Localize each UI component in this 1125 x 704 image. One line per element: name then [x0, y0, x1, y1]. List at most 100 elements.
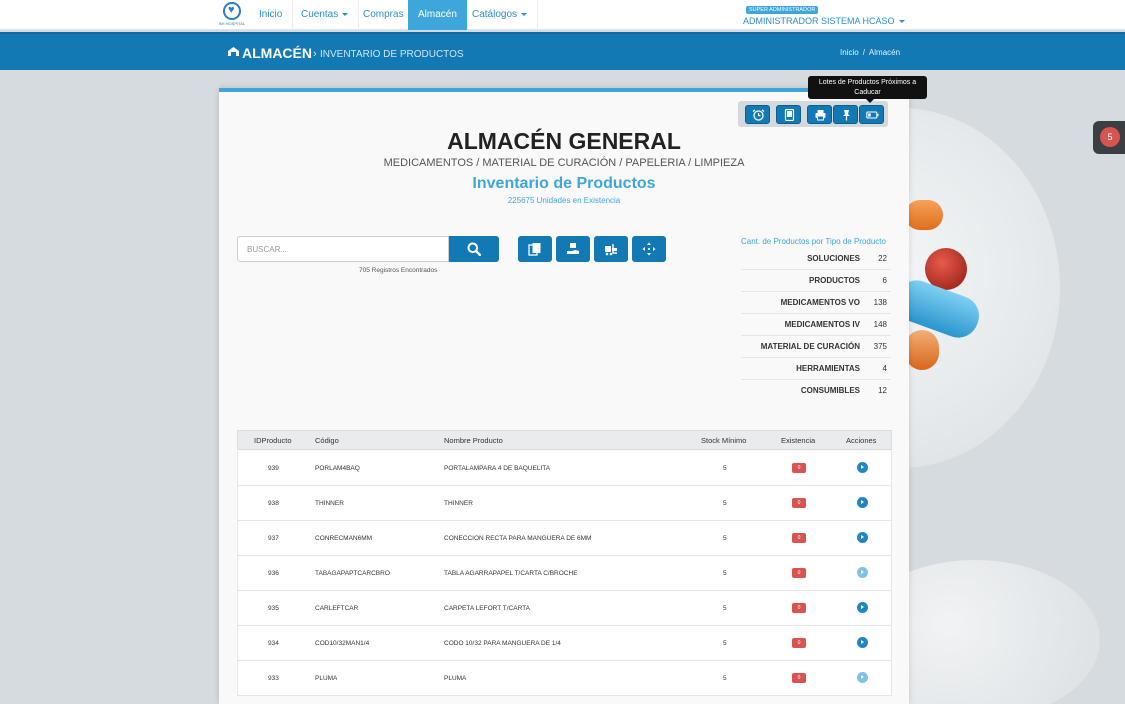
battery-button[interactable]: [859, 105, 884, 124]
hand-box-button[interactable]: [556, 236, 590, 262]
alarm-clock-icon: [752, 109, 765, 121]
warehouse-icon: [228, 47, 239, 56]
cell-id: 933: [268, 675, 279, 682]
decorative-pill: [905, 330, 939, 370]
cell-id: 935: [268, 605, 279, 612]
notification-count-badge: 5: [1100, 127, 1120, 147]
boxes-icon: [528, 243, 541, 256]
view-details-icon[interactable]: [857, 602, 868, 613]
search-icon: [467, 242, 481, 256]
breadcrumb: Inicio / Almacén: [840, 48, 900, 57]
page-subtitle: INVENTARIO DE PRODUCTOS: [320, 49, 464, 60]
units-in-stock: 225675 Unidades en Existencia: [507, 196, 621, 205]
stock-badge: 0: [792, 463, 806, 473]
breadcrumb-inicio[interactable]: Inicio: [840, 48, 859, 57]
cell-min-stock: 5: [723, 605, 727, 612]
cell-name: PORTALAMPARA 4 DE BAQUELITA: [444, 465, 551, 472]
stock-badge: 0: [792, 603, 806, 613]
stock-badge: 0: [792, 568, 806, 578]
role-badge: SUPER ADMINISTRADOR: [746, 6, 819, 14]
tablet-button[interactable]: [776, 105, 801, 124]
nav-item-label: Compras: [363, 9, 404, 20]
table-row: 934 COD10/32MAN1/4 CODO 10/32 PARA MANGU…: [237, 626, 892, 661]
warehouse-title: ALMACÉN GENERAL: [447, 128, 681, 154]
cell-name: CONECCION RECTA PARA MANGUERA DE 6MM: [444, 535, 592, 542]
cell-code: COD10/32MAN1/4: [315, 640, 370, 647]
top-navbar: ♥ BH HOSPITAL Inicio Cuentas Compras Alm…: [0, 0, 1125, 30]
cell-name: PLUMA: [444, 675, 467, 682]
cell-min-stock: 5: [723, 675, 727, 682]
table-row: 935 CARLEFTCAR CARPETA LEFORT T/CARTA 5 …: [237, 591, 892, 626]
stock-badge: 0: [792, 498, 806, 508]
view-details-icon[interactable]: [857, 637, 868, 648]
cell-min-stock: 5: [723, 640, 727, 647]
user-menu[interactable]: ADMINISTRADOR SISTEMA HCASO: [743, 16, 905, 26]
heart-icon: ♥: [228, 4, 235, 16]
cell-code: PORLAM4BAQ: [315, 465, 360, 472]
view-details-icon[interactable]: [857, 567, 868, 578]
warehouse-categories: MEDICAMENTOS / MATERIAL DE CURACIÓN / PA…: [383, 157, 745, 169]
table-row: 936 TABAGAPAPTCARCBRO TABLA AGARRAPAPEL …: [237, 556, 892, 591]
notifications-tab[interactable]: 5: [1093, 121, 1125, 154]
view-details-icon[interactable]: [857, 532, 868, 543]
type-count-row: PRODUCTOS 6: [741, 270, 891, 292]
nav-item-catalogos[interactable]: Catálogos: [462, 0, 539, 30]
cell-name: TABLA AGARRAPAPEL T/CARTA C/BROCHE: [444, 570, 578, 577]
column-header[interactable]: IDProducto: [254, 436, 292, 445]
nav-item-inicio[interactable]: Inicio: [249, 0, 294, 30]
type-count-row: MEDICAMENTOS IV 148: [741, 314, 891, 336]
table-row: 939 PORLAM4BAQ PORTALAMPARA 4 DE BAQUELI…: [237, 451, 892, 486]
forklift-button[interactable]: [594, 236, 628, 262]
nav-item-cuentas[interactable]: Cuentas: [291, 0, 360, 30]
stock-badge: 0: [792, 673, 806, 683]
nav-item-compras[interactable]: Compras: [353, 0, 415, 30]
type-label: SOLUCIONES: [807, 254, 860, 263]
print-button[interactable]: [807, 105, 832, 124]
search-button[interactable]: [449, 236, 499, 262]
tablet-icon: [784, 109, 795, 121]
cell-code: CONRECMAN6MM: [315, 535, 373, 542]
column-header[interactable]: Nombre Producto: [444, 436, 503, 445]
hospital-logo[interactable]: ♥ BH HOSPITAL: [219, 2, 245, 28]
boxes-button[interactable]: [518, 236, 552, 262]
view-details-icon[interactable]: [857, 462, 868, 473]
products-table-header: IDProducto Código Nombre Producto Stock …: [237, 430, 892, 450]
toolbar-tooltip: Lotes de Productos Próximos a Caducar: [808, 76, 927, 103]
cell-name: THINNER: [444, 500, 473, 507]
type-count-row: MEDICAMENTOS VO 138: [741, 292, 891, 314]
breadcrumb-separator: /: [862, 48, 865, 57]
type-value: 6: [882, 276, 887, 285]
type-count-row: SOLUCIONES 22: [741, 248, 891, 270]
nav-item-label: Catálogos: [472, 9, 518, 20]
page-title-bar: ALMACÉN › INVENTARIO DE PRODUCTOS Inicio…: [0, 32, 1125, 70]
cell-min-stock: 5: [723, 465, 727, 472]
column-header[interactable]: Stock Mínimo: [701, 436, 746, 445]
caret-down-icon: [342, 12, 349, 16]
stock-badge: 0: [792, 638, 806, 648]
type-count-row: MATERIAL DE CURACIÓN 375: [741, 336, 891, 358]
page-title: ALMACÉN: [242, 45, 312, 61]
nav-item-label: Cuentas: [301, 9, 339, 20]
column-header[interactable]: Código: [315, 436, 339, 445]
table-row: 933 PLUMA PLUMA 5 0: [237, 661, 892, 696]
nav-item-almacen[interactable]: Almacén: [408, 0, 468, 30]
search-input[interactable]: [237, 236, 449, 262]
cell-id: 936: [268, 570, 279, 577]
pin-button[interactable]: [833, 105, 858, 124]
cell-name: CODO 10/32 PARA MANGUERA DE 1/4: [444, 640, 561, 647]
cell-id: 939: [268, 465, 279, 472]
view-details-icon[interactable]: [857, 497, 868, 508]
cell-code: PLUMA: [315, 675, 338, 682]
view-details-icon[interactable]: [857, 672, 868, 683]
type-counts-title: Cant. de Productos por Tipo de Producto: [741, 237, 886, 246]
type-label: MATERIAL DE CURACIÓN: [760, 342, 860, 351]
column-header: Acciones: [846, 436, 877, 445]
type-value: 4: [882, 364, 887, 373]
column-header[interactable]: Existencia: [781, 436, 815, 445]
decorative-pill: [905, 200, 943, 230]
print-icon: [815, 110, 826, 121]
alarm-clock-button[interactable]: [745, 105, 770, 124]
type-label: PRODUCTOS: [809, 276, 860, 285]
type-value: 148: [873, 320, 887, 329]
move-button[interactable]: [632, 236, 666, 262]
